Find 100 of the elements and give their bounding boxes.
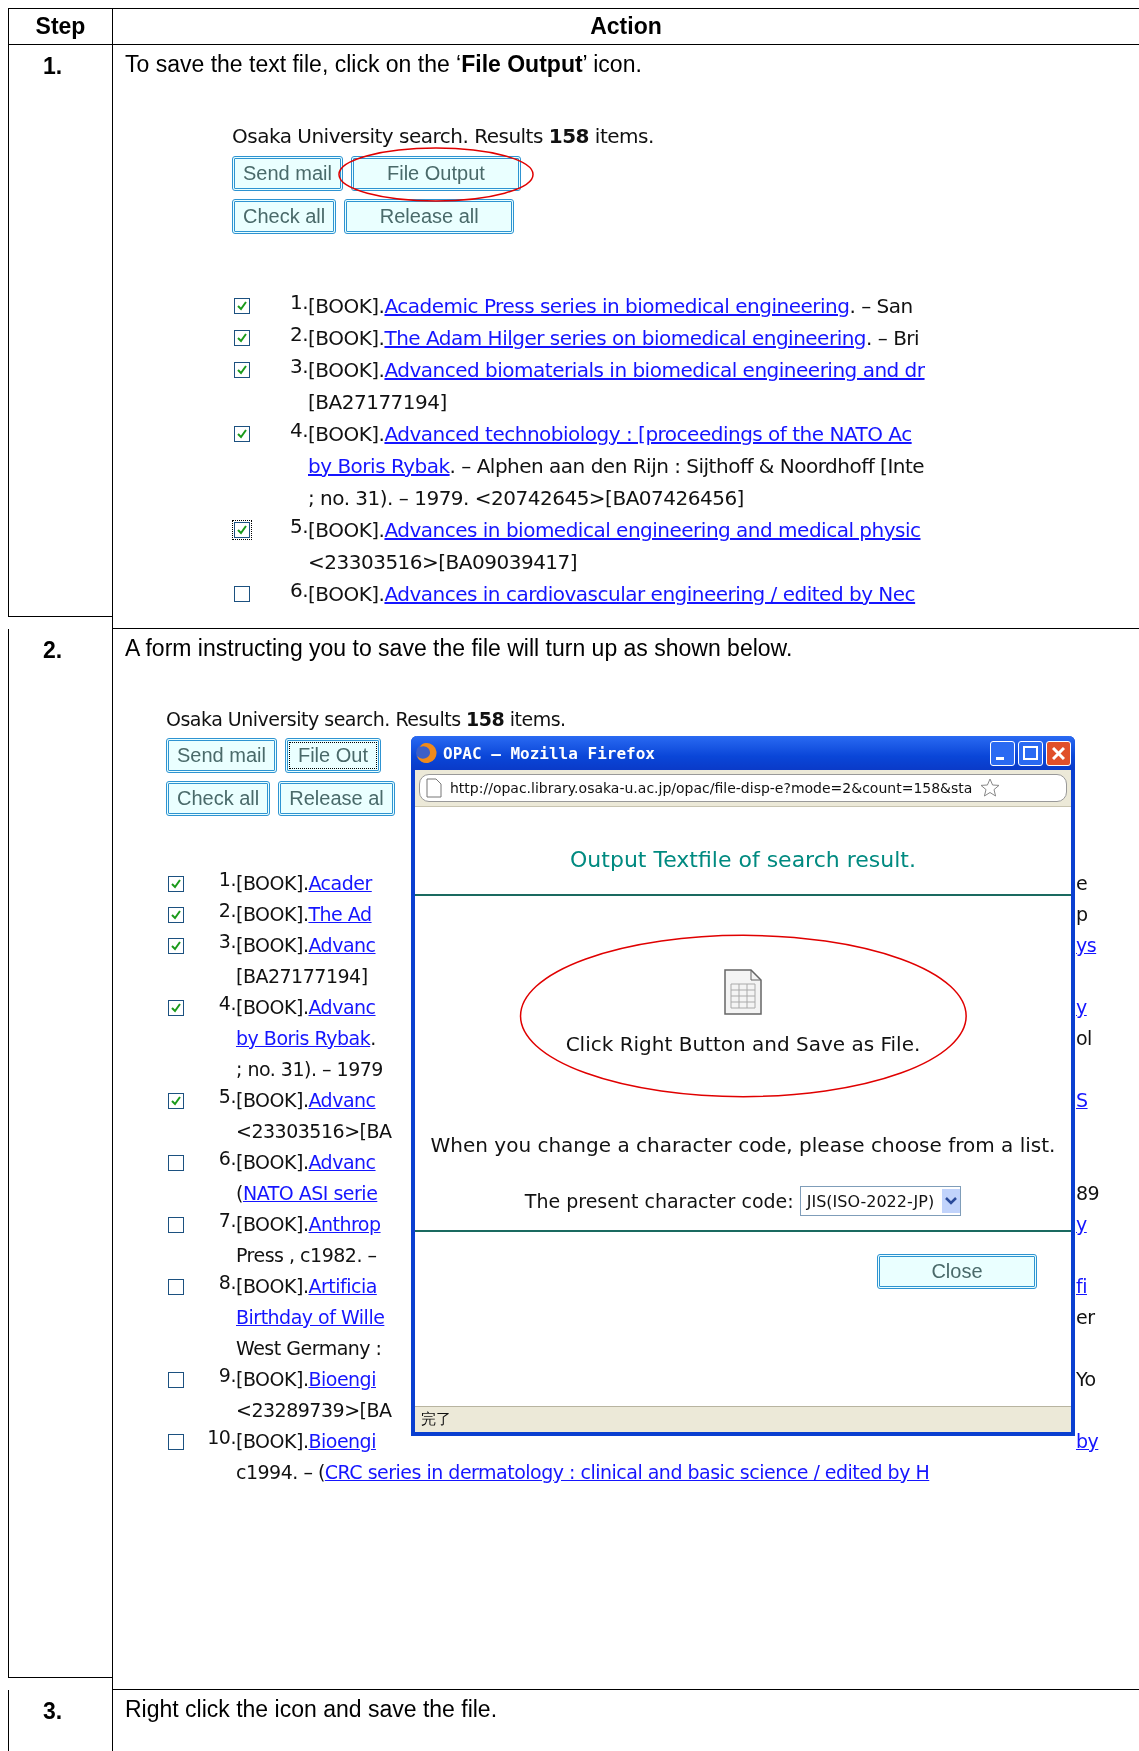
result-link[interactable]: Acader — [308, 868, 372, 899]
result-link[interactable]: Academic Press series in biomedical engineering — [384, 290, 850, 322]
result-text: [BOOK]. — [308, 293, 385, 320]
result-number: 2. — [218, 899, 236, 921]
result-text: [BOOK]. — [236, 1274, 309, 1299]
check-icon — [169, 908, 183, 922]
result-link[interactable]: Advances in cardiovascular engineering / edited by Nec — [384, 578, 916, 610]
result-text: <23303516>[BA09039417] — [308, 549, 578, 576]
check-icon — [169, 939, 183, 953]
checkbox[interactable] — [168, 1279, 184, 1295]
result-link[interactable]: Artificia — [308, 1271, 377, 1302]
address-bar[interactable]: http://opac.library.osaka-u.ac.jp/opac/file-disp-e?mode=2&count=158&sta — [419, 774, 1067, 802]
result-text: [BOOK]. — [308, 357, 385, 384]
maximize-icon — [1023, 746, 1038, 760]
result-text: p — [1076, 902, 1088, 927]
checkbox[interactable] — [168, 1093, 184, 1109]
toolbar-button[interactable]: Check all — [166, 781, 271, 816]
result-text: [BOOK]. — [236, 871, 309, 896]
result-text: . – Alphen aan den Rijn : Sijthoff & Noordhoff [Inte — [449, 453, 925, 480]
result-link[interactable]: Bioengi — [308, 1364, 376, 1395]
result-link[interactable]: S — [1076, 1085, 1088, 1116]
toolbar-button[interactable]: Release all — [344, 199, 515, 234]
spreadsheet-file-icon[interactable] — [723, 968, 763, 1016]
checkbox[interactable] — [168, 1217, 184, 1233]
toolbar-button[interactable]: Send mail — [166, 738, 277, 773]
checkbox[interactable] — [234, 426, 250, 442]
step-instruction: A form instructing you to save the file will turn up as shown below. — [125, 635, 794, 662]
result-link[interactable]: Birthday of Wille — [236, 1302, 385, 1333]
checkbox[interactable] — [168, 1372, 184, 1388]
result-link[interactable]: ys — [1076, 930, 1097, 961]
result-text: [BOOK]. — [236, 933, 309, 958]
window-close-button[interactable] — [1046, 740, 1071, 766]
result-link[interactable]: Advanced biomaterials in biomedical engineering and dr — [384, 354, 925, 386]
result-link[interactable]: Advances in biomedical engineering and medical physic — [384, 514, 921, 546]
result-link[interactable]: by Boris Rybak — [236, 1023, 371, 1054]
check-icon — [169, 1001, 183, 1015]
dialog-heading: Output Textfile of search result. — [569, 846, 917, 874]
result-text: er — [1076, 1305, 1095, 1330]
result-text: ( — [236, 1181, 243, 1206]
result-link[interactable]: Advanc — [308, 1147, 376, 1178]
result-link[interactable]: by Boris Rybak — [308, 450, 450, 482]
toolbar-button[interactable]: Check all — [232, 199, 337, 234]
character-code-dropdown[interactable]: JIS(ISO-2022-JP) — [799, 1186, 962, 1216]
result-link[interactable]: The Adam Hilger series on biomedical engineering — [384, 322, 867, 354]
result-number: 4. — [289, 418, 308, 442]
result-link[interactable]: fi — [1076, 1271, 1087, 1302]
result-text: [BOOK]. — [236, 902, 309, 927]
close-button[interactable]: Close — [877, 1254, 1037, 1289]
checkbox[interactable] — [168, 1000, 184, 1016]
toolbar-button[interactable]: File Out — [284, 738, 381, 773]
checkbox[interactable] — [168, 938, 184, 954]
result-link[interactable]: y — [1076, 992, 1087, 1023]
result-number: 3. — [289, 354, 308, 378]
toolbar-button[interactable]: Send mail — [232, 156, 343, 191]
result-link[interactable]: Bioengi — [308, 1426, 376, 1457]
column-header: Action — [590, 13, 662, 40]
result-number: 2. — [289, 322, 308, 346]
result-link[interactable]: NATO ASI serie — [242, 1178, 378, 1209]
checkbox[interactable] — [234, 586, 250, 602]
result-text: 89 — [1076, 1181, 1100, 1206]
result-link[interactable]: Advanced technobiology : [proceedings of the NATO Ac — [384, 418, 912, 450]
result-link[interactable]: Advanc — [308, 1085, 376, 1116]
result-link[interactable]: by — [1076, 1426, 1099, 1457]
result-text: Yo — [1076, 1367, 1096, 1392]
checkbox[interactable] — [234, 298, 250, 314]
result-link[interactable]: Anthrop — [308, 1209, 381, 1240]
column-header: Step — [35, 13, 86, 40]
result-number: 6. — [289, 578, 308, 602]
step-number: 2. — [42, 636, 63, 664]
checkbox[interactable] — [168, 876, 184, 892]
star-icon[interactable] — [980, 778, 1001, 798]
result-link[interactable]: CRC series in dermatology : clinical and basic science / edited by H — [324, 1457, 930, 1488]
result-text: [BOOK]. — [308, 325, 385, 352]
result-text: Press , c1982. – — [236, 1243, 377, 1268]
result-link[interactable]: The Ad — [308, 899, 372, 930]
result-text: [BOOK]. — [308, 517, 385, 544]
checkbox[interactable] — [168, 1434, 184, 1450]
check-icon — [235, 427, 249, 441]
checkbox[interactable] — [234, 362, 250, 378]
step-instruction: Right click the icon and save the file. — [125, 1696, 499, 1723]
result-text: . – San — [849, 293, 913, 320]
result-link[interactable]: Advanc — [308, 992, 376, 1023]
checkbox[interactable] — [168, 1155, 184, 1171]
result-text: <23303516>[BA — [236, 1119, 392, 1144]
result-text: [BA27177194] — [308, 389, 447, 416]
close-icon — [1052, 746, 1065, 760]
toolbar-button[interactable]: Release al — [278, 781, 395, 816]
result-text: [BOOK]. — [236, 1367, 309, 1392]
step-number: 3. — [42, 1697, 63, 1725]
result-link[interactable]: Advanc — [308, 930, 376, 961]
result-link[interactable]: y — [1076, 1209, 1087, 1240]
result-text: West Germany : — [236, 1336, 382, 1361]
checkbox[interactable] — [168, 907, 184, 923]
minimize-icon — [995, 756, 1004, 760]
result-number: 3. — [218, 930, 236, 952]
minimize-button[interactable] — [990, 740, 1015, 766]
checkbox[interactable] — [234, 330, 250, 346]
result-number: 9. — [218, 1364, 236, 1386]
toolbar-button[interactable]: File Output — [350, 156, 521, 191]
maximize-button[interactable] — [1018, 740, 1043, 766]
